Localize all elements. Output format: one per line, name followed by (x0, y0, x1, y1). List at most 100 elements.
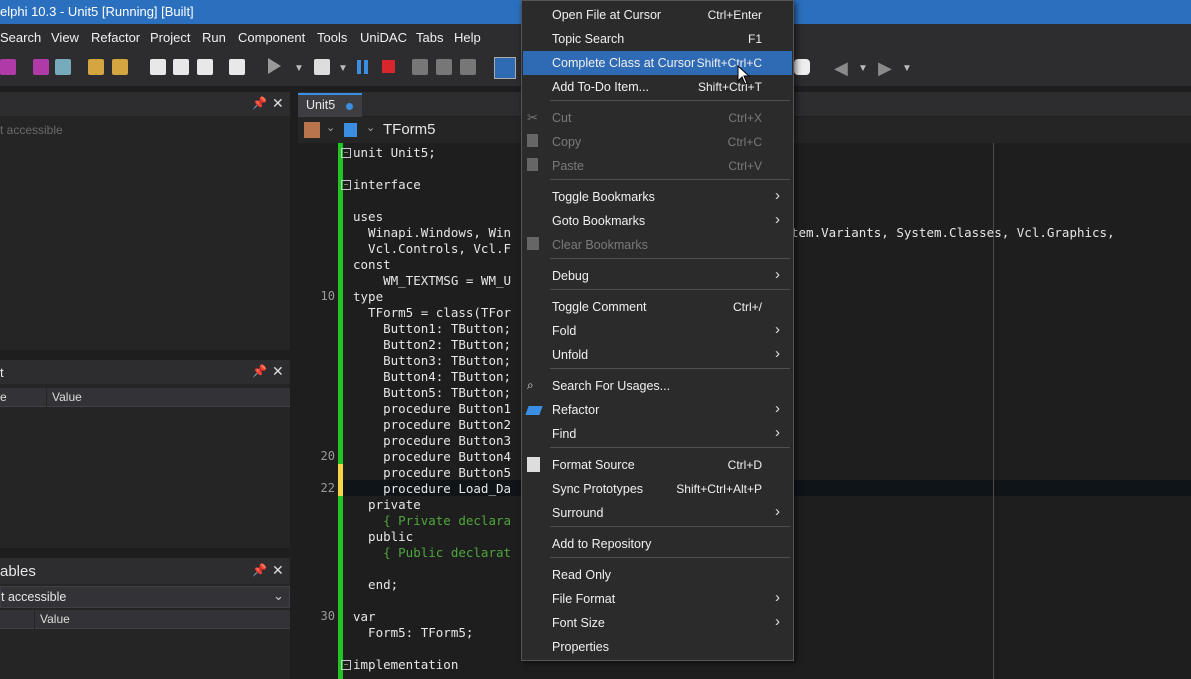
menu-item-shortcut: Ctrl+Enter (707, 8, 762, 22)
menu-item-label: Toggle Bookmarks (552, 190, 655, 204)
line-number: 30 (320, 609, 335, 623)
close-icon[interactable]: ✕ (272, 363, 284, 380)
bookmark-icon (527, 237, 539, 250)
menu-item-toggle-comment[interactable]: Toggle Comment Ctrl+/ (523, 295, 792, 319)
save-project-icon[interactable] (55, 59, 71, 75)
run-to-cursor-icon[interactable] (460, 59, 476, 75)
menu-unidac[interactable]: UniDAC (360, 30, 407, 45)
menu-item-file-format[interactable]: File Format › (523, 587, 792, 611)
menu-item-label: File Format (552, 592, 616, 606)
menu-item-fold[interactable]: Fold › (523, 319, 792, 343)
unit-icon[interactable] (344, 123, 357, 137)
menu-item-search-for-usages[interactable]: ⌕ Search For Usages... (523, 374, 792, 398)
column-value-label: Value (40, 612, 70, 626)
code-line: Vcl.Controls, Vcl.F (353, 241, 511, 257)
options-icon[interactable] (229, 59, 245, 75)
menu-item-toggle-bookmarks[interactable]: Toggle Bookmarks › (523, 185, 792, 209)
menu-help[interactable]: Help (454, 30, 481, 45)
breadcrumb-class[interactable]: TForm5 (383, 121, 436, 138)
menu-item-paste[interactable]: Paste Ctrl+V (523, 154, 792, 178)
pin-icon[interactable]: 📌 (252, 563, 267, 577)
save-all-icon[interactable] (0, 59, 16, 75)
menu-item-find[interactable]: Find › (523, 422, 792, 446)
menu-item-properties[interactable]: Properties (523, 635, 792, 659)
menu-tabs[interactable]: Tabs (416, 30, 443, 45)
menu-search[interactable]: Search (0, 30, 41, 45)
run-icon[interactable] (268, 58, 281, 74)
menu-component[interactable]: Component (238, 30, 305, 45)
column-header-value[interactable]: Value (47, 388, 290, 407)
close-project-icon[interactable] (112, 59, 128, 75)
menu-item-add-todo[interactable]: Add To-Do Item... Shift+Ctrl+T (523, 75, 792, 99)
menu-item-debug[interactable]: Debug › (523, 264, 792, 288)
column-header-name[interactable]: e (0, 388, 46, 407)
code-line: WM_TEXTMSG = WM_U (353, 273, 511, 289)
menu-item-goto-bookmarks[interactable]: Goto Bookmarks › (523, 209, 792, 233)
window-icon[interactable] (794, 59, 810, 75)
watches-panel: ables 📌 ✕ t accessible ⌄ Value (0, 558, 290, 679)
back-dropdown-icon[interactable]: ▼ (858, 63, 868, 74)
run-options-dropdown-icon[interactable]: ▼ (338, 63, 348, 74)
fold-toggle[interactable]: − (341, 660, 351, 670)
menu-item-complete-class-at-cursor[interactable]: Complete Class at Cursor Shift+Ctrl+C (523, 51, 792, 75)
menu-item-surround[interactable]: Surround › (523, 501, 792, 525)
save-icon[interactable] (33, 59, 49, 75)
menu-item-label: Properties (552, 640, 609, 654)
menu-item-sync-prototypes[interactable]: Sync Prototypes Shift+Ctrl+Alt+P (523, 477, 792, 501)
menu-item-clear-bookmarks[interactable]: Clear Bookmarks (523, 233, 792, 257)
context-dropdown[interactable]: t accessible ⌄ (0, 586, 290, 608)
menu-tools[interactable]: Tools (317, 30, 347, 45)
close-icon[interactable]: ✕ (272, 562, 284, 579)
menu-run[interactable]: Run (202, 30, 226, 45)
close-icon[interactable]: ✕ (272, 95, 284, 112)
menu-item-add-to-repository[interactable]: Add to Repository (523, 532, 792, 556)
trace-into-icon[interactable] (436, 59, 452, 75)
column-header-value[interactable]: Value (35, 610, 290, 629)
forward-arrow-icon[interactable]: ▶ (878, 58, 892, 79)
open-project-icon[interactable] (88, 59, 104, 75)
menu-item-read-only[interactable]: Read Only (523, 563, 792, 587)
code-line: implementation (353, 657, 458, 673)
menu-item-cut[interactable]: ✂ Cut Ctrl+X (523, 106, 792, 130)
menu-project[interactable]: Project (150, 30, 190, 45)
menu-item-format-source[interactable]: Format Source Ctrl+D (523, 453, 792, 477)
run-without-debug-icon[interactable] (314, 59, 330, 75)
tab-unit5[interactable]: Unit5 (298, 93, 362, 117)
new-file-icon[interactable] (150, 59, 166, 75)
pause-icon[interactable] (357, 60, 361, 74)
new-unit-icon[interactable] (197, 59, 213, 75)
menu-item-label: Open File at Cursor (552, 8, 662, 22)
code-line: public (353, 529, 413, 545)
forward-dropdown-icon[interactable]: ▼ (902, 63, 912, 74)
fold-toggle[interactable]: − (341, 180, 351, 190)
menu-item-refactor[interactable]: Refactor › (523, 398, 792, 422)
menu-item-font-size[interactable]: Font Size › (523, 611, 792, 635)
chevron-down-icon[interactable]: ⌄ (366, 121, 375, 134)
run-dropdown-icon[interactable]: ▼ (294, 63, 304, 74)
menu-item-label: Find (552, 427, 577, 441)
chevron-right-icon: › (775, 187, 780, 204)
stop-icon[interactable] (382, 60, 395, 73)
code-text: procedure Button5 (353, 465, 512, 480)
menu-item-label: Search For Usages... (552, 379, 671, 393)
menu-item-copy[interactable]: Copy Ctrl+C (523, 130, 792, 154)
grid-view-icon[interactable] (494, 57, 516, 79)
pin-icon[interactable]: 📌 (252, 96, 267, 110)
back-arrow-icon[interactable]: ◀ (834, 58, 848, 79)
step-over-icon[interactable] (412, 59, 428, 75)
menu-view[interactable]: View (51, 30, 79, 45)
menu-item-open-file-at-cursor[interactable]: Open File at Cursor Ctrl+Enter (523, 3, 792, 27)
code-line: var (353, 609, 376, 625)
new-form-icon[interactable] (173, 59, 189, 75)
menu-item-topic-search[interactable]: Topic Search F1 (523, 27, 792, 51)
right-margin-line (993, 143, 994, 679)
chevron-down-icon[interactable]: ⌄ (326, 121, 335, 134)
column-header-name[interactable] (0, 610, 34, 629)
pin-icon[interactable]: 📌 (252, 364, 267, 378)
code-text: Button4: TButton; (353, 369, 512, 384)
menu-separator (550, 258, 790, 259)
project-icon[interactable] (304, 122, 320, 138)
menu-item-unfold[interactable]: Unfold › (523, 343, 792, 367)
fold-toggle[interactable]: − (341, 148, 351, 158)
menu-refactor[interactable]: Refactor (91, 30, 140, 45)
